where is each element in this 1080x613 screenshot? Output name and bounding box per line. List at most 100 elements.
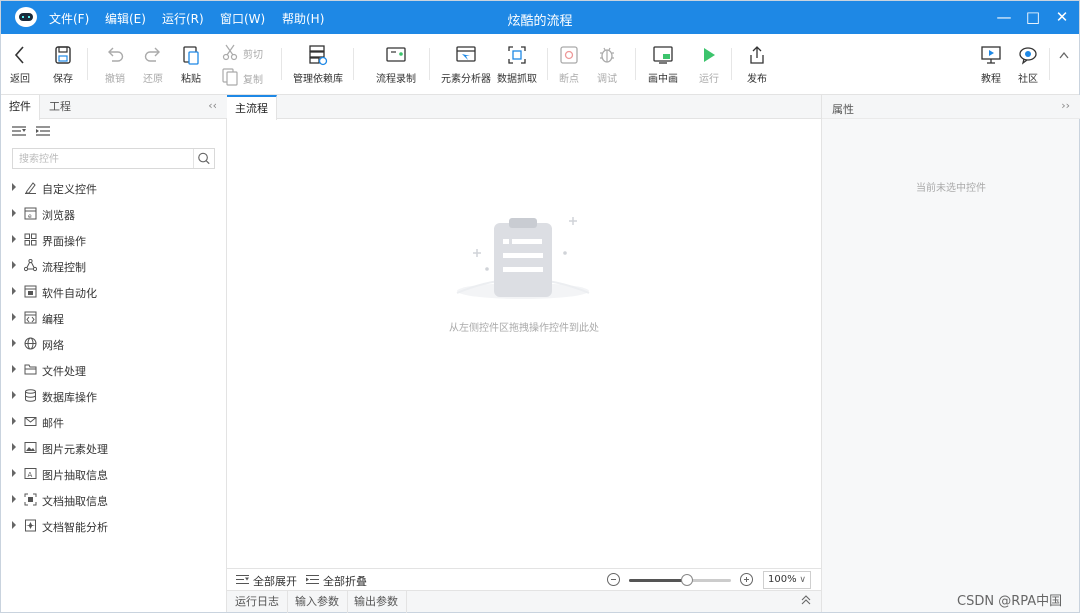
toolbar-divider xyxy=(281,48,282,80)
data-capture-button[interactable]: 数据抓取 xyxy=(497,34,537,95)
pip-label: 画中画 xyxy=(648,74,678,85)
expand-arrow-icon xyxy=(12,495,16,503)
copy-button[interactable]: 复制 xyxy=(221,66,271,88)
back-label: 返回 xyxy=(10,74,30,85)
chevron-left-icon xyxy=(14,46,24,64)
record-button[interactable]: 流程录制 xyxy=(373,34,419,95)
debug-button[interactable]: 调试 xyxy=(593,34,621,95)
category-network[interactable]: 网络 xyxy=(1,332,226,356)
category-flow-control[interactable]: 流程控制 xyxy=(1,254,226,278)
expand-arrow-icon xyxy=(12,261,16,269)
toolbar-divider xyxy=(731,48,732,80)
category-image-elements[interactable]: 图片元素处理 xyxy=(1,436,226,460)
tab-output-params[interactable]: 输出参数 xyxy=(346,591,407,613)
chevron-down-icon: ∨ xyxy=(799,575,806,585)
tutorial-button[interactable]: 教程 xyxy=(977,34,1005,95)
category-label: 界面操作 xyxy=(42,235,86,248)
flow-icon xyxy=(24,259,37,272)
search-icon[interactable] xyxy=(193,149,214,168)
play-icon xyxy=(704,48,715,62)
back-button[interactable]: 返回 xyxy=(5,34,35,95)
community-button[interactable]: 社区 xyxy=(1014,34,1042,95)
category-label: 浏览器 xyxy=(42,209,75,222)
expand-tree-icon[interactable] xyxy=(12,125,26,137)
canvas-tabs: 主流程 xyxy=(227,95,821,120)
properties-panel: 属性 ›› 当前未选中控件 xyxy=(821,95,1080,612)
collapse-all-button[interactable]: 全部折叠 xyxy=(306,573,368,588)
tab-main-flow[interactable]: 主流程 xyxy=(227,95,277,120)
bug-icon xyxy=(600,47,614,63)
category-browser[interactable]: e 浏览器 xyxy=(1,202,226,226)
collapse-toolbar-icon[interactable] xyxy=(1058,50,1070,60)
zoom-slider-handle[interactable] xyxy=(681,574,694,586)
category-image-extraction[interactable]: A 图片抽取信息 xyxy=(1,462,226,486)
expand-arrow-icon xyxy=(12,521,16,529)
category-label: 网络 xyxy=(42,339,64,352)
designer-canvas: 主流程 从左侧控件区拖拽操作控件到此处 全部展开 全部折叠 100% ∨ 运行日… xyxy=(227,95,821,613)
expand-panel-icon[interactable] xyxy=(801,595,811,605)
breakpoint-button[interactable]: 断点 xyxy=(555,34,583,95)
run-button[interactable]: 运行 xyxy=(695,34,723,95)
breakpoint-icon xyxy=(560,46,578,64)
save-button[interactable]: 保存 xyxy=(49,34,77,95)
element-analyzer-icon xyxy=(456,46,476,62)
category-mail[interactable]: 邮件 xyxy=(1,410,226,434)
category-label: 数据库操作 xyxy=(42,391,97,404)
cut-button[interactable]: 剪切 xyxy=(221,41,271,63)
paste-button[interactable]: 粘贴 xyxy=(177,34,205,95)
zoom-in-icon[interactable] xyxy=(740,573,753,586)
redo-button[interactable]: 还原 xyxy=(139,34,167,95)
zoom-level-value: 100% xyxy=(768,574,797,585)
category-software-automation[interactable]: 软件自动化 xyxy=(1,280,226,304)
collapse-all-label: 全部折叠 xyxy=(323,575,367,588)
manage-deps-button[interactable]: 管理依赖库 xyxy=(293,34,343,95)
expand-arrow-icon xyxy=(12,443,16,451)
tab-input-params[interactable]: 输入参数 xyxy=(287,591,348,613)
category-custom-controls[interactable]: 自定义控件 xyxy=(1,176,226,200)
category-label: 文档智能分析 xyxy=(42,521,108,534)
category-file-processing[interactable]: 文件处理 xyxy=(1,358,226,382)
collapse-left-icon[interactable]: ‹‹ xyxy=(208,99,217,112)
output-tabs: 运行日志 输入参数 输出参数 xyxy=(227,590,821,613)
watermark: CSDN @RPA中国 xyxy=(957,594,1063,609)
zoom-slider[interactable] xyxy=(629,574,731,586)
element-analyzer-button[interactable]: 元素分析器 xyxy=(441,34,491,95)
collapse-all-icon xyxy=(306,574,319,585)
category-label: 邮件 xyxy=(42,417,64,430)
category-doc-extraction[interactable]: 文档抽取信息 xyxy=(1,488,226,512)
picture-in-picture-icon xyxy=(653,46,673,64)
category-database[interactable]: 数据库操作 xyxy=(1,384,226,408)
community-chat-icon xyxy=(1019,47,1037,65)
expand-arrow-icon xyxy=(12,235,16,243)
category-label: 文件处理 xyxy=(42,365,86,378)
category-ui-operations[interactable]: 界面操作 xyxy=(1,228,226,252)
zoom-level-select[interactable]: 100% ∨ xyxy=(763,571,811,589)
search-input[interactable] xyxy=(19,151,189,167)
zoom-out-icon[interactable] xyxy=(607,573,620,586)
record-icon xyxy=(386,47,406,62)
toolbar-divider xyxy=(547,48,548,80)
category-label: 图片抽取信息 xyxy=(42,469,108,482)
collapse-right-icon[interactable]: ›› xyxy=(1061,99,1070,112)
collapse-tree-icon[interactable] xyxy=(36,125,50,137)
pip-button[interactable]: 画中画 xyxy=(647,34,679,95)
expand-arrow-icon xyxy=(12,417,16,425)
title-bar: 文件(F) 编辑(E) 运行(R) 窗口(W) 帮助(H) 炫酷的流程 — □ … xyxy=(1,1,1079,34)
close-icon[interactable]: ✕ xyxy=(1045,1,1079,34)
publish-button[interactable]: 发布 xyxy=(743,34,771,95)
browser-icon: e xyxy=(24,207,37,220)
undo-button[interactable]: 撤销 xyxy=(101,34,129,95)
expand-all-label: 全部展开 xyxy=(253,575,297,588)
app-window: 文件(F) 编辑(E) 运行(R) 窗口(W) 帮助(H) 炫酷的流程 — □ … xyxy=(0,0,1080,613)
controls-panel: 控件 工程 ‹‹ 自定义控件 e 浏览器 界面操作 流程控制 xyxy=(1,95,227,612)
category-programming[interactable]: 编程 xyxy=(1,306,226,330)
expand-all-button[interactable]: 全部展开 xyxy=(236,573,298,588)
tab-controls[interactable]: 控件 xyxy=(1,95,40,120)
tab-project[interactable]: 工程 xyxy=(41,95,79,119)
category-doc-ai[interactable]: 文档智能分析 xyxy=(1,514,226,538)
undo-label: 撤销 xyxy=(105,74,125,85)
expand-arrow-icon xyxy=(12,391,16,399)
toolbar: 返回 保存 撤销 还原 粘贴 剪切 复制 管理依赖库 流程录制 元素分析器 数据… xyxy=(1,34,1079,95)
folder-icon xyxy=(24,364,37,375)
tab-run-log[interactable]: 运行日志 xyxy=(227,591,288,613)
